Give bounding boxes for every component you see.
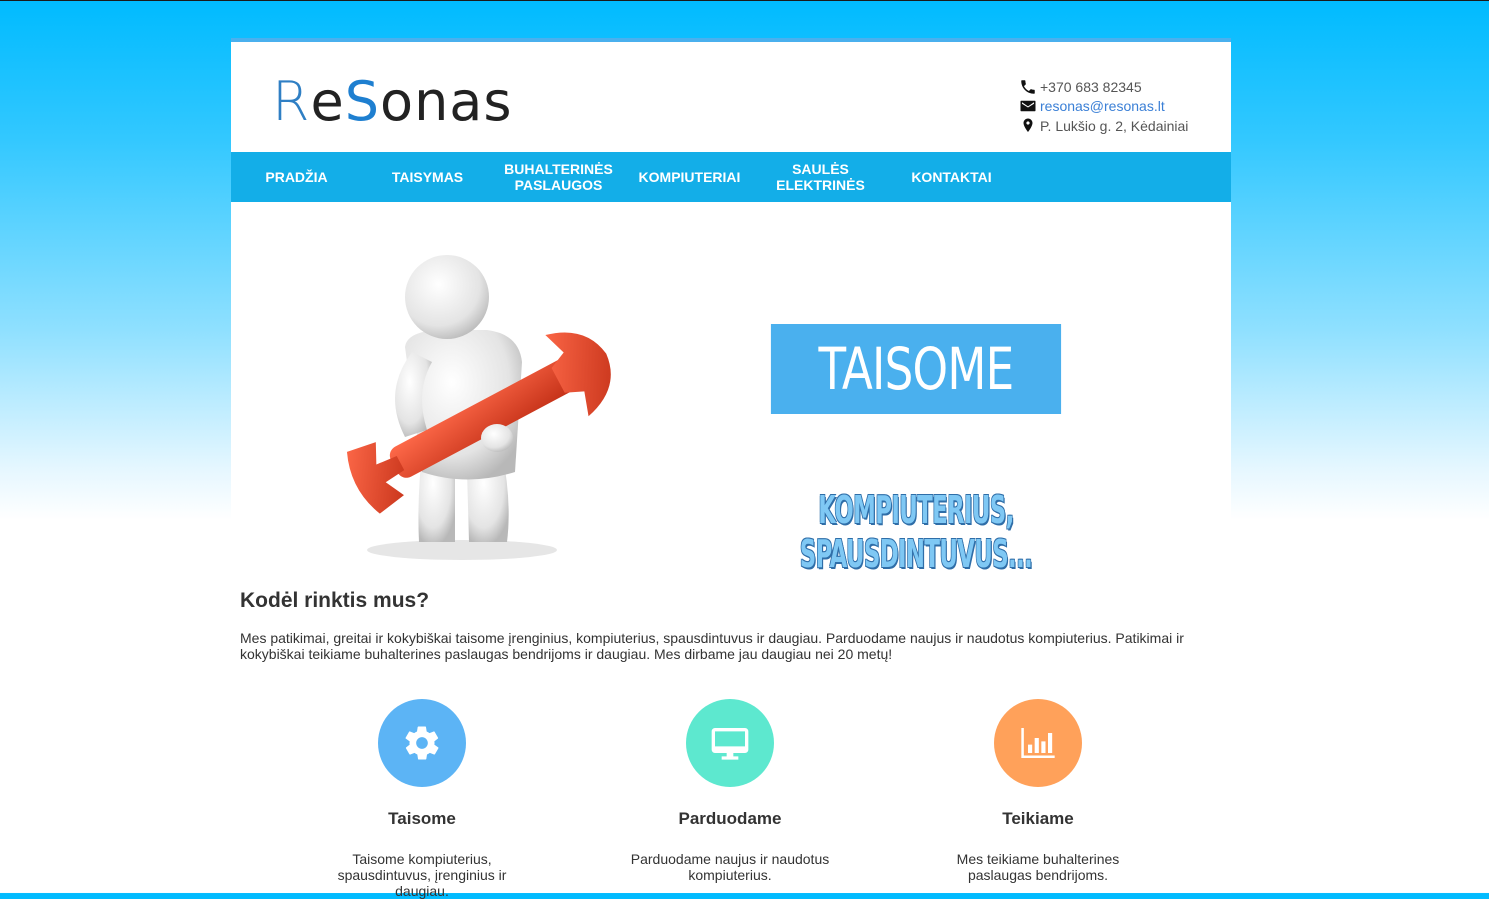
nav-item-taisymas[interactable]: TAISYMAS: [362, 152, 493, 202]
feature-sell-title: Parduodame: [678, 809, 782, 828]
feature-sell-circle: [686, 699, 774, 787]
page-container: ReSonas +370 683 82345 resonas@resonas.l…: [231, 38, 1231, 899]
contact-info: +370 683 82345 resonas@resonas.lt P. Luk…: [1019, 78, 1188, 136]
feature-repair-circle: [378, 699, 466, 787]
mail-icon: [1020, 100, 1036, 112]
feature-provide-title: Teikiame: [1002, 809, 1074, 828]
feature-repair: Taisome Taisome kompiuterius, spausdintu…: [272, 699, 572, 899]
why-choose-us-heading: Kodėl rinktis mus?: [240, 589, 430, 612]
logo-letter-e: e: [310, 70, 345, 133]
logo-letter-r: R: [272, 70, 311, 133]
repairman-with-wrench-illustration: [346, 255, 611, 560]
hero-slider: TAISOME KOMPIUTERIUS, SPAUSDINTUVUS...: [231, 202, 1231, 582]
logo-letters-onas: onas: [380, 70, 513, 133]
contact-address: P. Lukšio g. 2, Kėdainiai: [1019, 117, 1188, 135]
nav-item-kontaktai[interactable]: KONTAKTAI: [886, 152, 1017, 202]
feature-provide-circle: [994, 699, 1082, 787]
location-pin-icon: [1023, 118, 1033, 132]
phone-number: +370 683 82345: [1040, 79, 1142, 95]
hero-subtitle: KOMPIUTERIUS, SPAUSDINTUVUS...: [799, 488, 1033, 576]
feature-repair-text: Taisome kompiuterius, spausdintuvus, įre…: [337, 851, 507, 899]
nav-item-pradzia[interactable]: PRADŽIA: [231, 152, 362, 202]
feature-sell: Parduodame Parduodame naujus ir naudotus…: [580, 699, 880, 883]
address-text: P. Lukšio g. 2, Kėdainiai: [1040, 118, 1189, 134]
why-choose-us-text: Mes patikimai, greitai ir kokybiškai tai…: [240, 630, 1184, 662]
feature-provide-text: Mes teikiame buhalterines paslaugas bend…: [956, 851, 1120, 883]
gear-icon: [405, 726, 439, 760]
nav-item-buhalterines-paslaugos[interactable]: BUHALTERINĖS PASLAUGOS: [493, 152, 624, 202]
hero-banner: TAISOME: [770, 324, 1062, 414]
main-navigation: PRADŽIA TAISYMAS BUHALTERINĖS PASLAUGOS …: [231, 152, 1231, 202]
contact-phone: +370 683 82345: [1019, 78, 1188, 96]
logo-letter-s: S: [344, 70, 381, 133]
feature-sell-text: Parduodame naujus ir naudotus kompiuteri…: [630, 851, 830, 883]
site-logo[interactable]: ReSonas: [272, 72, 513, 132]
bar-chart-icon: [1021, 728, 1055, 758]
feature-provide: Teikiame Mes teikiame buhalterines pasla…: [888, 699, 1188, 883]
top-border: [0, 0, 1489, 1]
site-header: ReSonas +370 683 82345 resonas@resonas.l…: [231, 42, 1231, 152]
feature-repair-title: Taisome: [388, 809, 456, 828]
nav-item-kompiuteriai[interactable]: KOMPIUTERIAI: [624, 152, 755, 202]
nav-item-saules-elektrines[interactable]: SAULĖS ELEKTRINĖS: [755, 152, 886, 202]
email-link[interactable]: resonas@resonas.lt: [1040, 98, 1165, 114]
main-content: Kodėl rinktis mus? Mes patikimai, greita…: [231, 582, 1231, 899]
monitor-icon: [711, 728, 749, 760]
contact-email: resonas@resonas.lt: [1019, 97, 1188, 115]
phone-icon: [1021, 80, 1035, 94]
